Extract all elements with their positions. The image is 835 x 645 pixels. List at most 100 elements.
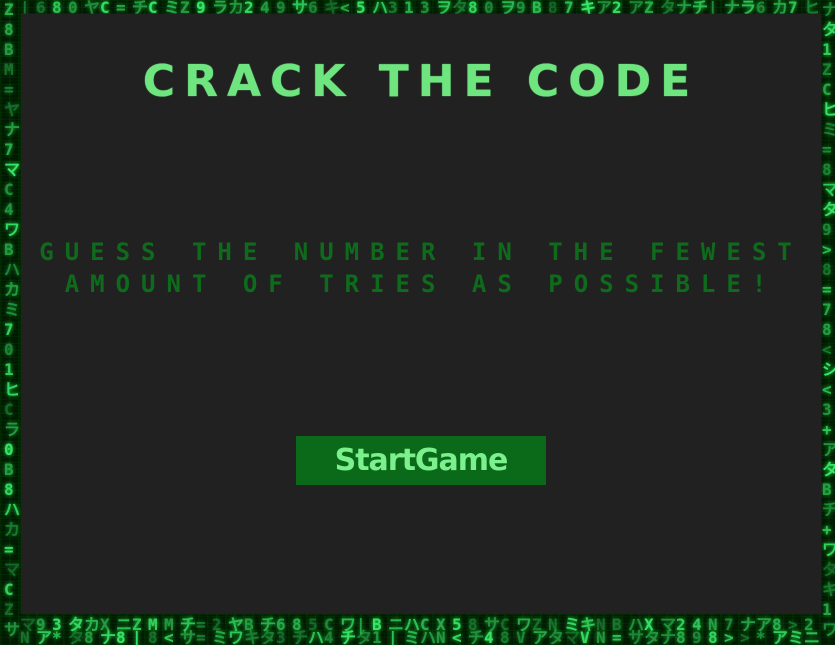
matrix-glyph: ナ (822, 0, 835, 19)
matrix-glyph: 8 (822, 320, 832, 339)
matrix-glyph: ナ (100, 628, 117, 645)
matrix-glyph: ワ (822, 620, 835, 639)
matrix-glyph: マ (4, 160, 21, 179)
matrix-glyph: = (4, 540, 14, 559)
matrix-glyph: ヤ (4, 100, 21, 119)
matrix-glyph: 4 (324, 628, 334, 645)
matrix-glyph: C (4, 400, 14, 419)
matrix-glyph: タ (822, 460, 835, 479)
matrix-glyph: チ (292, 628, 309, 645)
matrix-glyph: タ (260, 628, 277, 645)
matrix-glyph: タ (68, 628, 85, 645)
matrix-glyph: 1 (372, 628, 382, 645)
matrix-glyph: ナ (4, 120, 21, 139)
matrix-glyph: タ (822, 20, 835, 39)
matrix-glyph: = (4, 80, 14, 99)
matrix-glyph: ハ (420, 628, 437, 645)
matrix-glyph: カ (4, 520, 21, 539)
matrix-glyph: ヒ (4, 380, 21, 399)
game-panel: Crack the Code Guess the number in the f… (21, 14, 821, 614)
matrix-glyph: タ (644, 628, 661, 645)
matrix-glyph: = (822, 140, 832, 159)
matrix-glyph: 8 (4, 480, 14, 499)
matrix-glyph: < (164, 628, 174, 645)
start-game-button[interactable]: StartGame (296, 436, 546, 485)
matrix-glyph: タ (822, 560, 835, 579)
matrix-glyph: ミ (4, 300, 21, 319)
matrix-glyph: V (580, 628, 590, 645)
matrix-glyph: マ (564, 628, 581, 645)
matrix-glyph: 4 (4, 200, 14, 219)
matrix-glyph: = (822, 280, 832, 299)
matrix-glyph: サ (180, 628, 197, 645)
matrix-glyph: カ (4, 280, 21, 299)
matrix-glyph: ミ (212, 628, 229, 645)
matrix-glyph: サ (628, 628, 645, 645)
matrix-glyph: V (516, 628, 526, 645)
matrix-glyph: 9 (822, 220, 832, 239)
matrix-glyph: ワ (4, 220, 21, 239)
matrix-glyph: キ (244, 628, 261, 645)
matrix-glyph: + (822, 520, 832, 539)
matrix-glyph: 8 (676, 628, 686, 645)
matrix-glyph: > (724, 628, 734, 645)
matrix-glyph: * (52, 628, 62, 645)
matrix-glyph: N (436, 628, 446, 645)
matrix-glyph: = (612, 628, 622, 645)
matrix-glyph: 3 (822, 400, 832, 419)
matrix-glyph: 8 (116, 628, 126, 645)
matrix-glyph: > (822, 240, 832, 259)
matrix-glyph: + (822, 420, 832, 439)
matrix-glyph: 7 (4, 140, 14, 159)
matrix-glyph: 8 (84, 628, 94, 645)
matrix-glyph: 1 (4, 360, 14, 379)
matrix-glyph: 1 (822, 600, 832, 619)
matrix-glyph: ラ (4, 420, 21, 439)
matrix-glyph: N (596, 628, 606, 645)
matrix-glyph: < (822, 380, 832, 399)
matrix-glyph: 1 (822, 40, 832, 59)
matrix-glyph: ワ (822, 540, 835, 559)
matrix-glyph: | (388, 628, 398, 645)
matrix-glyph: ア (36, 628, 53, 645)
matrix-glyph: 8 (708, 628, 718, 645)
matrix-glyph: チ (822, 500, 835, 519)
matrix-glyph: ニ (804, 628, 821, 645)
matrix-glyph: シ (822, 360, 835, 379)
matrix-glyph: B (4, 460, 14, 479)
instructions-text: Guess the number in the fewest amount of… (39, 238, 803, 298)
matrix-glyph: タ (548, 628, 565, 645)
matrix-glyph: ア (532, 628, 549, 645)
matrix-glyph: | (132, 628, 142, 645)
matrix-glyph: M (4, 60, 14, 79)
matrix-glyph: ハ (4, 260, 21, 279)
matrix-glyph: N (20, 628, 30, 645)
matrix-glyph: ミ (404, 628, 421, 645)
matrix-glyph: C (4, 180, 14, 199)
page-title: Crack the Code (142, 56, 700, 107)
matrix-glyph: 8 (822, 160, 832, 179)
matrix-glyph: チ (468, 628, 485, 645)
matrix-glyph: * (756, 628, 766, 645)
matrix-glyph: < (452, 628, 462, 645)
matrix-glyph: > (740, 628, 750, 645)
matrix-glyph: キ (822, 580, 835, 599)
matrix-glyph: 7 (822, 300, 832, 319)
matrix-glyph: 8 (4, 20, 14, 39)
matrix-glyph: ハ (308, 628, 325, 645)
matrix-glyph: 3 (276, 628, 286, 645)
matrix-glyph: 7 (4, 320, 14, 339)
matrix-glyph: タ (822, 200, 835, 219)
matrix-glyph: 8 (500, 628, 510, 645)
matrix-glyph: ミ (788, 628, 805, 645)
matrix-glyph: Z (4, 600, 14, 619)
matrix-glyph: タ (356, 628, 373, 645)
matrix-glyph: B (822, 480, 832, 499)
matrix-glyph: ア (822, 440, 835, 459)
matrix-glyph: 4 (484, 628, 494, 645)
matrix-glyph: B (4, 240, 14, 259)
matrix-glyph: ナ (660, 628, 677, 645)
matrix-glyph: = (196, 628, 206, 645)
matrix-glyph: ハ (4, 500, 21, 519)
matrix-glyph: マ (822, 180, 835, 199)
